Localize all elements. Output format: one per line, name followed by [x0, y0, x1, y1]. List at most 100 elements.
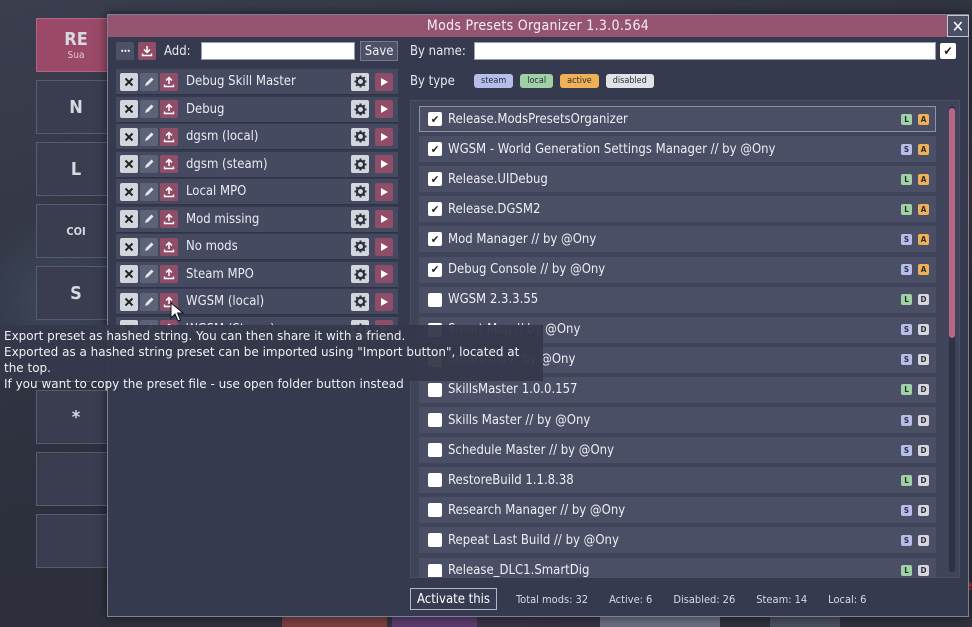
export-preset-button[interactable] [160, 72, 178, 91]
close-button[interactable]: ✕ [947, 15, 969, 37]
mod-row[interactable]: WGSM 2.3.3.55 L D [419, 286, 936, 313]
mod-checkbox[interactable]: ✔ [428, 262, 442, 277]
activate-preset-button[interactable] [375, 182, 393, 201]
mod-row[interactable]: Release_DLC1.SmartDig L D [419, 557, 936, 577]
preset-settings-button[interactable] [351, 292, 369, 311]
preset-settings-button[interactable] [351, 182, 369, 201]
preset-row[interactable]: Local MPO [116, 179, 398, 205]
preset-settings-button[interactable] [351, 100, 369, 118]
mod-checkbox[interactable] [428, 473, 442, 488]
type-filter-steam[interactable]: steam [474, 74, 514, 88]
mod-row[interactable]: ✔ Release.UIDebug L A [419, 166, 936, 193]
mods-scrollbar[interactable] [949, 106, 955, 572]
export-preset-button[interactable] [160, 155, 178, 173]
rename-preset-button[interactable] [140, 265, 158, 283]
pencil-icon [145, 297, 154, 306]
mod-checkbox[interactable] [428, 533, 442, 548]
preset-settings-button[interactable] [351, 127, 369, 146]
delete-preset-button[interactable] [120, 210, 138, 228]
rename-preset-button[interactable] [140, 127, 158, 146]
activate-preset-button[interactable] [375, 265, 393, 283]
delete-preset-button[interactable] [120, 155, 138, 173]
mods-scroll-thumb[interactable] [949, 108, 955, 338]
preset-row[interactable]: Debug [116, 96, 398, 123]
export-icon [163, 268, 175, 280]
preset-row[interactable]: Steam MPO [116, 261, 398, 288]
preset-settings-button[interactable] [351, 210, 369, 228]
activate-preset-button[interactable] [375, 100, 393, 118]
delete-preset-button[interactable] [120, 182, 138, 201]
import-button[interactable] [138, 42, 156, 60]
mod-row[interactable]: Schedule Master // by @Ony S D [419, 437, 936, 464]
activate-preset-button[interactable] [375, 237, 393, 256]
type-filter-disabled[interactable]: disabled [605, 74, 654, 88]
export-preset-button[interactable] [160, 127, 178, 146]
export-preset-button[interactable] [160, 237, 178, 256]
preset-row[interactable]: Mod missing [116, 206, 398, 233]
titlebar[interactable]: Mods Presets Organizer 1.3.0.564 ✕ [108, 15, 969, 37]
mod-checkbox[interactable] [428, 443, 442, 458]
mod-state-badge: A [918, 203, 929, 215]
rename-preset-button[interactable] [140, 72, 158, 91]
mod-row[interactable]: ✔ Release.DGSM2 L A [419, 196, 936, 223]
delete-preset-button[interactable] [120, 72, 138, 91]
mod-checkbox[interactable] [428, 563, 442, 577]
mod-checkbox[interactable]: ✔ [428, 142, 442, 157]
delete-preset-button[interactable] [120, 265, 138, 283]
export-preset-button[interactable] [160, 100, 178, 118]
by-type-label: By type [410, 73, 455, 89]
preset-row[interactable]: Debug Skill Master [116, 69, 398, 95]
rename-preset-button[interactable] [140, 210, 158, 228]
preset-settings-button[interactable] [351, 72, 369, 91]
mod-checkbox[interactable]: ✔ [428, 112, 442, 126]
save-button[interactable]: Save [360, 41, 398, 61]
mod-row[interactable]: Research Manager // by @Ony S D [419, 497, 936, 524]
preset-row[interactable]: No mods [116, 234, 398, 260]
delete-preset-button[interactable] [120, 127, 138, 146]
delete-preset-button[interactable] [120, 100, 138, 118]
mod-row[interactable]: RestoreBuild 1.1.8.38 L D [419, 467, 936, 494]
type-filter-local[interactable]: local [520, 74, 554, 88]
mod-row[interactable]: ✔ WGSM - World Generation Settings Manag… [419, 136, 936, 163]
mod-row[interactable]: Skills Master // by @Ony S D [419, 407, 936, 433]
rename-preset-button[interactable] [140, 155, 158, 173]
delete-preset-button[interactable] [120, 292, 138, 311]
activate-preset-button[interactable] [375, 127, 393, 146]
activate-preset-button[interactable] [375, 155, 393, 173]
activate-preset-button[interactable] [375, 72, 393, 91]
export-preset-button[interactable] [160, 182, 178, 201]
type-filter-active[interactable]: active [560, 74, 599, 88]
preset-row[interactable]: dgsm (local) [116, 124, 398, 150]
preset-settings-button[interactable] [351, 265, 369, 283]
export-preset-button[interactable] [160, 210, 178, 228]
name-filter-checkbox[interactable]: ✔ [940, 43, 956, 59]
mod-checkbox[interactable]: ✔ [428, 202, 442, 217]
add-preset-input[interactable] [200, 42, 356, 60]
preset-settings-button[interactable] [351, 237, 369, 256]
rename-preset-button[interactable] [140, 237, 158, 256]
mod-checkbox[interactable] [428, 503, 442, 518]
rename-preset-button[interactable] [140, 182, 158, 201]
mod-checkbox[interactable] [428, 292, 442, 307]
preset-settings-button[interactable] [351, 155, 369, 173]
tooltip-line: Export preset as hashed string. You can … [4, 329, 406, 343]
mod-row[interactable]: Repeat Last Build // by @Ony S D [419, 527, 936, 554]
mod-row[interactable]: ✔ Release.ModsPresetsOrganizer L A [419, 106, 936, 132]
menu-button[interactable]: ••• [116, 42, 134, 60]
mod-row[interactable]: ✔ Mod Manager // by @Ony S A [419, 226, 936, 253]
export-icon [163, 213, 175, 225]
mod-checkbox[interactable]: ✔ [428, 172, 442, 187]
rename-preset-button[interactable] [140, 292, 158, 311]
delete-preset-button[interactable] [120, 237, 138, 256]
name-filter-input[interactable] [474, 42, 936, 60]
rename-preset-button[interactable] [140, 100, 158, 118]
export-preset-button[interactable] [160, 265, 178, 283]
activate-preset-button[interactable] [375, 210, 393, 228]
preset-row[interactable]: WGSM (local) [116, 289, 398, 315]
mod-checkbox[interactable] [428, 413, 442, 427]
activate-preset-button[interactable] [375, 292, 393, 311]
mod-checkbox[interactable]: ✔ [428, 232, 442, 247]
preset-row[interactable]: dgsm (steam) [116, 151, 398, 178]
activate-button[interactable]: Activate this [410, 588, 497, 610]
mod-row[interactable]: ✔ Debug Console // by @Ony S A [419, 256, 936, 283]
